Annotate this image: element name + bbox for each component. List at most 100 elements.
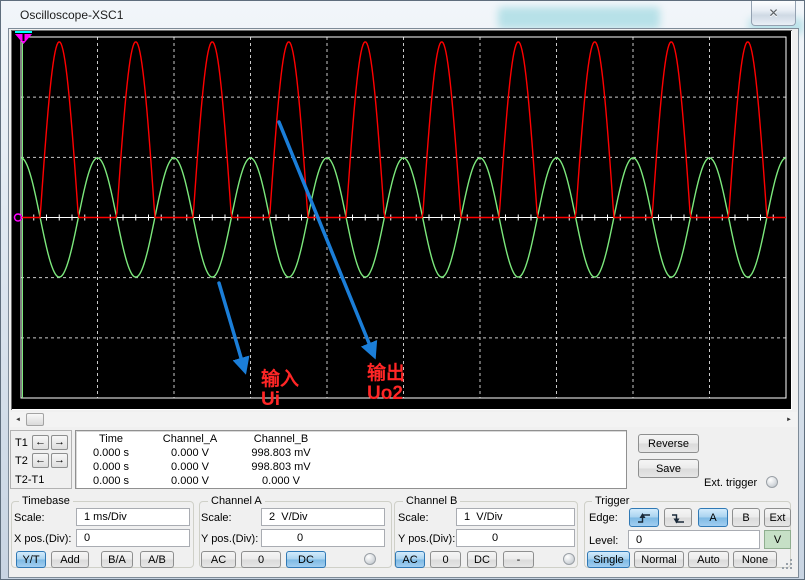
trigger-auto-button[interactable]: Auto [688,551,729,568]
yt-mode-button[interactable]: Y/T [16,551,46,568]
channel-a-ac-label: AC [211,554,226,566]
timebase-scale-value: 1 ms/Div [84,511,127,523]
t2-label: T2 [15,455,28,467]
t1-right-button[interactable]: → [51,435,68,450]
trigger-single-label: Single [593,554,624,566]
t2-t1-label: T2-T1 [15,474,44,486]
trigger-source-b-button[interactable]: B [732,508,760,527]
channel-b-ypos-value: 0 [492,532,498,544]
channel-a-ac-button[interactable]: AC [201,551,236,568]
timebase-scale-label: Scale: [14,512,45,524]
channel-b-dc-button[interactable]: DC [467,551,497,568]
col-time: Time [78,433,144,447]
trigger-source-a-button[interactable]: A [698,508,728,527]
trigger-source-ext-button[interactable]: Ext [764,508,791,527]
aero-glass-highlight [498,7,660,29]
measurement-table: Time Channel_A Channel_B 0.000 s 0.000 V… [75,430,627,489]
trigger-none-label: None [742,554,768,566]
channel-a-dc-button[interactable]: DC [286,551,326,568]
waveform-plot [12,31,791,409]
cursor-panel: T1 ← → T2 ← → T2-T1 [10,430,72,489]
title-bar[interactable]: Oscilloscope-XSC1 ✕ [1,1,804,29]
ab-mode-button[interactable]: A/B [140,551,174,568]
resize-grip[interactable] [790,567,792,569]
trigger-none-button[interactable]: None [733,551,777,568]
t1-left-button[interactable]: ← [32,435,49,450]
channel-a-ypos-input[interactable]: 0 [261,529,385,547]
reverse-button[interactable]: Reverse [638,434,699,453]
scroll-right-icon: ► [786,417,792,423]
save-label: Save [656,463,681,475]
trigger-edge-label: Edge: [589,512,618,524]
channel-a-ypos-label: Y pos.(Div): [201,533,258,545]
add-mode-button[interactable]: Add [51,551,89,568]
timebase-xpos-input[interactable]: 0 [76,529,190,547]
trigger-level-unit-select[interactable]: V [764,530,791,549]
channel-b-ac-label: AC [402,554,417,566]
channel-a-zero-button[interactable]: 0 [241,551,281,568]
t1-time: 0.000 s [78,447,144,461]
t1-channel-b: 998.803 mV [236,447,326,461]
trigger-normal-button[interactable]: Normal [634,551,684,568]
timebase-scale-input[interactable]: 1 ms/Div [76,508,190,526]
trigger-auto-label: Auto [697,554,720,566]
channel-a-dc-label: DC [298,554,314,566]
table-row: 0.000 s 0.000 V 998.803 mV [78,461,618,475]
channel-b-ac-button[interactable]: AC [395,551,425,568]
scope-display [11,30,792,410]
channel-b-minus-button[interactable]: - [503,551,534,568]
scrollbar-thumb[interactable] [26,413,44,426]
trigger-falling-edge-button[interactable] [664,508,692,527]
ba-label: B/A [108,554,126,566]
channel-a-scale-input[interactable]: 2 V/Div [261,508,385,526]
ba-mode-button[interactable]: B/A [101,551,133,568]
channel-b-scale-label: Scale: [398,512,429,524]
table-row: 0.000 s 0.000 V 0.000 V [78,475,618,489]
save-button[interactable]: Save [638,459,699,478]
trigger-level-label: Level: [589,535,618,547]
t2-channel-b: 998.803 mV [236,461,326,475]
arrow-left-icon: ← [35,455,46,466]
timebase-xpos-label: X pos.(Div): [14,533,71,545]
timebase-title: Timebase [19,495,73,507]
trigger-rising-edge-button[interactable] [629,508,659,527]
t2-channel-a: 0.000 V [144,461,236,475]
channel-a-zero-label: 0 [258,554,264,566]
close-icon: ✕ [768,6,778,20]
diff-channel-b: 0.000 V [236,475,326,489]
col-channel-b: Channel_B [236,433,326,447]
channel-b-minus-label: - [517,554,521,566]
trigger-level-value: 0 [636,534,642,546]
diff-time: 0.000 s [78,475,144,489]
yt-label: Y/T [22,554,39,566]
diff-channel-a: 0.000 V [144,475,236,489]
t2-left-button[interactable]: ← [32,453,49,468]
channel-a-indicator [364,553,376,565]
scroll-left-button[interactable]: ◄ [10,412,26,427]
trigger-title: Trigger [592,495,632,507]
trigger-level-input[interactable]: 0 [628,530,760,549]
t2-right-button[interactable]: → [51,453,68,468]
add-label: Add [60,554,80,566]
channel-b-ypos-input[interactable]: 0 [456,529,575,547]
channel-a-scale-value: 2 V/Div [269,511,308,523]
arrow-right-icon: → [54,437,65,448]
channel-b-scale-input[interactable]: 1 V/Div [456,508,575,526]
t1-label: T1 [15,437,28,449]
trigger-level-unit: V [774,534,781,546]
ext-trigger-indicator [766,476,778,488]
close-button[interactable]: ✕ [751,1,796,26]
channel-b-dc-label: DC [474,554,490,566]
channel-b-zero-button[interactable]: 0 [430,551,461,568]
horizontal-scrollbar[interactable]: ◄ ► [10,412,797,427]
trigger-single-button[interactable]: Single [587,551,630,568]
trigger-ext-label: Ext [770,512,786,524]
timebase-xpos-value: 0 [84,532,90,544]
channel-b-title: Channel B [403,495,460,507]
table-header-row: Time Channel_A Channel_B [78,433,618,447]
channel-a-ypos-value: 0 [297,532,303,544]
trigger-a-label: A [709,512,716,524]
window-title: Oscilloscope-XSC1 [20,8,123,22]
scroll-right-button[interactable]: ► [781,412,797,427]
channel-b-zero-label: 0 [442,554,448,566]
